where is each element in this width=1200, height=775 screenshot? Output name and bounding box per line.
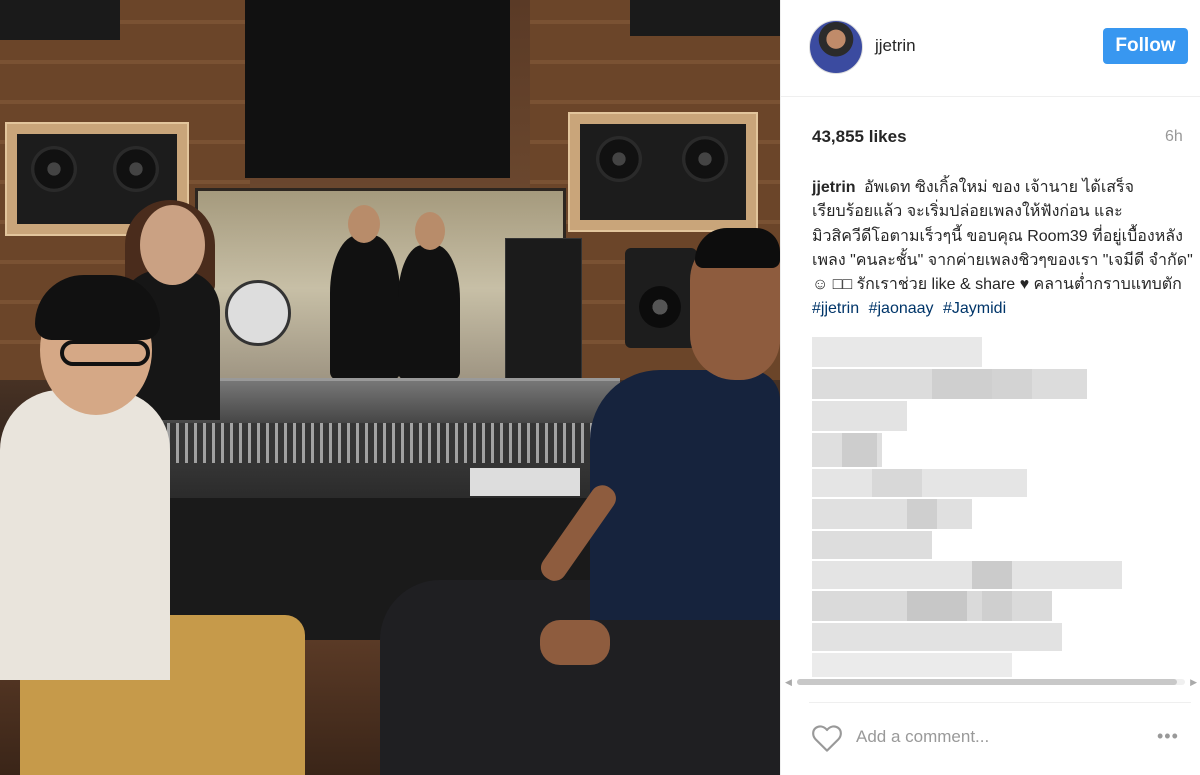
more-options-icon[interactable]: •••: [1157, 726, 1179, 747]
caption-text: อัพเดท ซิงเกิ้ลใหม่ ของ เจ้านาย ได้เสร็จ…: [812, 179, 1193, 294]
comment-input[interactable]: [856, 727, 1096, 747]
post-header: jjetrin Follow: [781, 0, 1200, 97]
pixelated-comments: [812, 337, 1162, 677]
scrollbar-thumb[interactable]: [797, 679, 1177, 685]
acoustic-panel: [245, 0, 510, 178]
hashtag-jjetrin[interactable]: #jjetrin: [812, 300, 859, 317]
scroll-left-icon[interactable]: ◀: [785, 676, 792, 688]
ceiling-panel-right: [630, 0, 780, 36]
caption-scrollbar[interactable]: ◀ ▶: [785, 676, 1197, 688]
ceiling-panel-left: [0, 0, 120, 40]
post-time: 6h: [1165, 128, 1183, 145]
studio-monitor: [625, 248, 697, 348]
equipment-rack: [505, 238, 582, 380]
hashtag-jaonaay[interactable]: #jaonaay: [869, 300, 934, 317]
drum-kit: [225, 280, 291, 346]
background-person-2: [398, 245, 460, 380]
man-right-hair: [695, 228, 780, 268]
divider: [809, 702, 1191, 703]
likes-count[interactable]: 43,855 likes: [812, 127, 907, 147]
man-left-glasses: [60, 340, 150, 366]
background-person-1: [330, 235, 400, 380]
hashtag-jaymidi[interactable]: #Jaymidi: [943, 300, 1006, 317]
man-right-hand: [540, 620, 610, 665]
keyboard: [470, 468, 580, 496]
caption-username[interactable]: jjetrin: [812, 179, 856, 196]
speaker-right: [568, 112, 758, 232]
caption: jjetrin อัพเดท ซิงเกิ้ลใหม่ ของ เจ้านาย …: [812, 176, 1194, 322]
man-left-shirt: [0, 390, 170, 680]
username-link[interactable]: jjetrin: [875, 36, 916, 56]
background-person-1-head: [348, 205, 380, 243]
scroll-right-icon[interactable]: ▶: [1190, 676, 1197, 688]
avatar[interactable]: [809, 20, 863, 74]
follow-button[interactable]: Follow: [1103, 28, 1188, 64]
man-right-shirt: [590, 370, 780, 620]
post-sidebar: jjetrin Follow 43,855 likes 6h jjetrin อ…: [780, 0, 1200, 775]
woman-head: [140, 205, 205, 285]
background-person-2-head: [415, 212, 445, 250]
heart-outline-icon[interactable]: [811, 723, 843, 753]
post-photo[interactable]: [0, 0, 780, 775]
man-left-hair: [35, 275, 160, 340]
